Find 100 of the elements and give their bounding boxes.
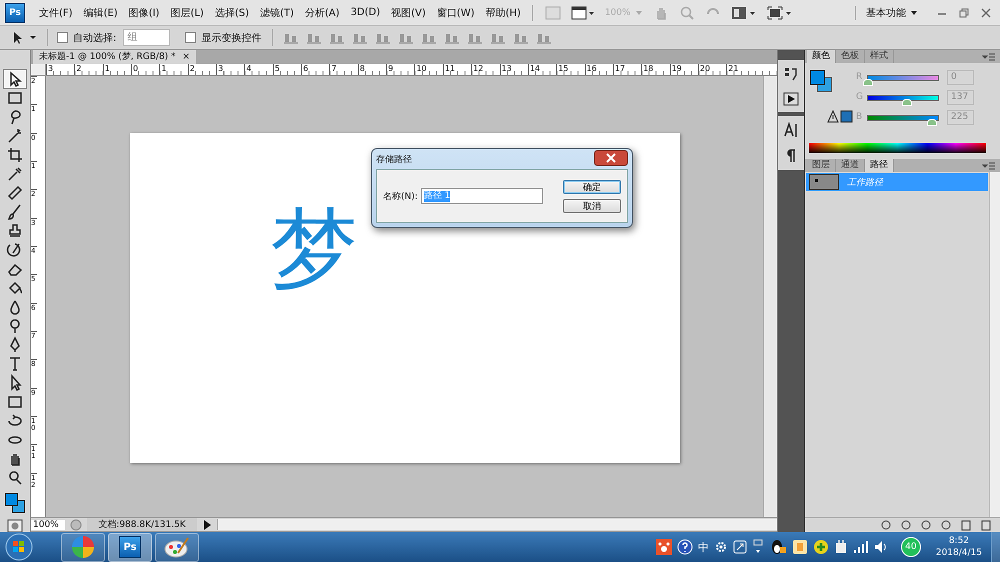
panel-action-icon[interactable] <box>940 519 952 531</box>
caret-icon[interactable] <box>910 10 918 16</box>
ruler-label: 2 <box>188 64 216 75</box>
path-name: 工作路径 <box>847 176 883 188</box>
arrange-icon[interactable] <box>730 6 757 20</box>
restore-icon[interactable] <box>958 6 970 18</box>
actions-icon[interactable] <box>783 92 799 106</box>
palette-icon <box>164 535 190 559</box>
power-plug-icon[interactable] <box>834 539 848 555</box>
document-info: 文档:988.8K/131.5K <box>87 518 197 531</box>
expand-icon[interactable] <box>732 540 747 554</box>
ruler-label: 11 <box>442 64 472 75</box>
screen-mode-icon[interactable] <box>570 6 595 20</box>
panel-action-icon[interactable] <box>960 519 972 531</box>
clock-date[interactable]: 2018/4/15 <box>936 547 982 559</box>
auto-select-dropdown[interactable]: 组 <box>123 29 170 46</box>
ruler-label: 4 <box>244 64 273 75</box>
ruler-label: 10 <box>414 64 443 75</box>
menu-item[interactable]: 编辑(E) <box>84 6 118 20</box>
signal-icon[interactable] <box>852 540 869 554</box>
checkbox[interactable] <box>57 32 68 43</box>
path-thumbnail-icon <box>809 174 839 190</box>
ruler-label: 13 <box>500 64 528 75</box>
photoshop-icon: Ps <box>119 536 141 558</box>
fullscreen-icon[interactable] <box>766 6 793 20</box>
gamut-warning-icon[interactable] <box>827 110 853 124</box>
ruler-label: 19 <box>670 64 698 75</box>
menu-item[interactable]: 文件(F) <box>39 6 73 20</box>
ruler-label: 20 <box>698 64 726 75</box>
panel-tab[interactable]: 样式 <box>865 50 894 63</box>
panel-action-icon[interactable] <box>980 519 992 531</box>
move-tool-icon[interactable] <box>4 70 26 88</box>
panel-tab[interactable]: 色板 <box>836 50 865 63</box>
ruler-label: 7 <box>329 64 358 75</box>
menu-item[interactable]: 图层(L) <box>170 6 204 20</box>
ruler-label: 18 <box>641 64 670 75</box>
panel-action-icon[interactable] <box>900 519 912 531</box>
pinwheel-icon <box>71 535 95 559</box>
plus-icon[interactable] <box>812 539 829 555</box>
character-icon[interactable] <box>783 122 799 138</box>
horizontal-scrollbar[interactable] <box>217 519 777 530</box>
speaker-icon[interactable] <box>874 540 888 554</box>
taskbar-button[interactable] <box>61 532 105 562</box>
vertical-scrollbar[interactable] <box>763 76 777 517</box>
panel-menu-icon[interactable] <box>982 160 996 170</box>
taskbar-button[interactable]: Ps <box>108 532 152 562</box>
menu-item[interactable]: 图像(I) <box>128 6 160 20</box>
panel-menu-icon[interactable] <box>982 52 996 62</box>
ruler-label: 6 <box>301 64 330 75</box>
tray-overflow-icon[interactable] <box>752 539 764 555</box>
ruler-label: 3 <box>46 64 74 75</box>
input-method-indicator[interactable]: 中 <box>698 540 709 554</box>
panel-scrollbar[interactable] <box>989 172 1000 517</box>
ruler-label: 12 <box>471 64 500 75</box>
panel-tab[interactable]: 图层 <box>807 159 836 172</box>
ruler-label: 1 <box>159 64 188 75</box>
cancel-button[interactable]: 取消 <box>563 198 621 212</box>
ruler-label: 8 <box>358 64 386 75</box>
menu-item[interactable]: 帮助(H) <box>486 6 521 20</box>
menu-item[interactable]: 窗口(W) <box>436 6 474 20</box>
start-button[interactable] <box>4 532 34 562</box>
canvas-text: 梦 <box>270 205 358 293</box>
ruler-corner <box>31 64 46 76</box>
document-tab[interactable]: 未标题-1 @ 100% (梦, RGB/8) * × <box>33 50 196 64</box>
gear-icon[interactable] <box>714 540 728 554</box>
panel-tab[interactable]: 颜色 <box>807 50 836 63</box>
color-spectrum[interactable] <box>809 143 986 153</box>
ruler-label: 5 <box>272 64 302 75</box>
ruler-label: 0 <box>131 64 160 75</box>
taskbar-button[interactable] <box>155 532 199 562</box>
note-icon[interactable] <box>792 539 808 555</box>
channel-label: G <box>856 92 864 102</box>
name-label: 名称(N): <box>383 190 418 202</box>
ruler-label: 15 <box>556 64 585 75</box>
color-swatches-icon[interactable] <box>809 69 833 93</box>
menu-item[interactable]: 分析(A) <box>304 6 340 20</box>
help-icon[interactable] <box>676 539 693 555</box>
checkbox[interactable] <box>185 32 196 43</box>
app-logo[interactable]: Ps <box>5 2 25 22</box>
channel-label: B <box>856 112 864 122</box>
channel-label: R <box>856 72 864 82</box>
workspace-switcher[interactable]: 基本功能 <box>855 6 906 20</box>
clock-time[interactable]: 8:52 <box>948 535 970 547</box>
channel-slider[interactable] <box>867 114 939 126</box>
ruler-label: 21 <box>726 64 755 75</box>
confirm-button[interactable]: 确定 <box>563 180 621 194</box>
channel-slider[interactable] <box>867 94 939 106</box>
menu-item[interactable]: 视图(V) <box>391 6 426 20</box>
menu-item[interactable]: 选择(S) <box>214 6 249 20</box>
panel-action-icon[interactable] <box>880 519 892 531</box>
menu-item[interactable]: 滤镜(T) <box>260 6 294 20</box>
close-button[interactable] <box>594 150 628 166</box>
auto-select-label: 自动选择: <box>73 32 116 44</box>
zoom-field[interactable]: 100% <box>31 520 65 530</box>
close-icon[interactable] <box>980 6 992 18</box>
menu-item[interactable]: 3D(D) <box>350 7 380 18</box>
panel-tab[interactable]: 路径 <box>865 159 894 172</box>
panel-action-icon[interactable] <box>920 519 932 531</box>
color-swatches-icon[interactable] <box>4 492 26 514</box>
paw-icon[interactable] <box>656 539 672 555</box>
